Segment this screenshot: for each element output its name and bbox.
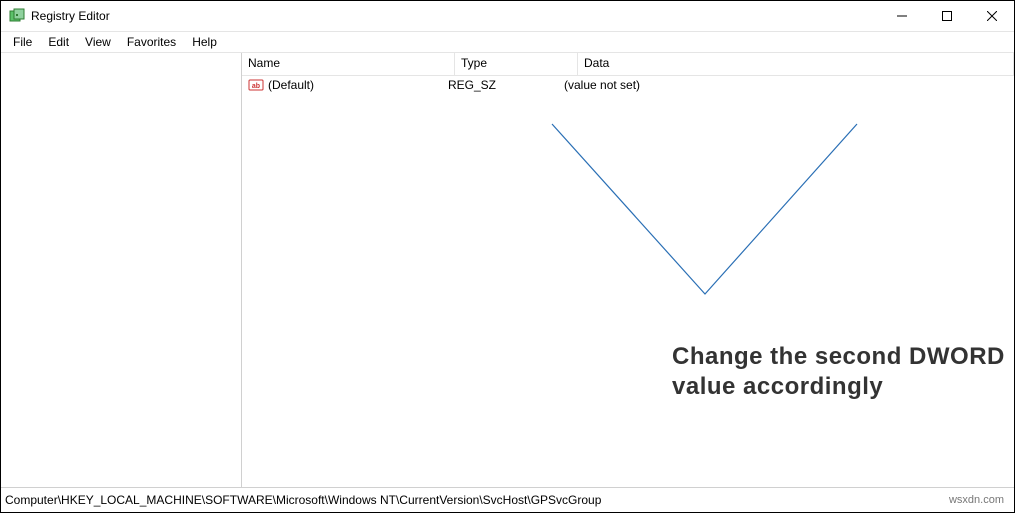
window-title: Registry Editor [31, 9, 110, 23]
menu-favorites[interactable]: Favorites [119, 33, 184, 51]
col-type[interactable]: Type [455, 53, 578, 75]
registry-editor-window: Registry Editor File Edit View Favorites… [0, 0, 1015, 513]
menu-edit[interactable]: Edit [40, 33, 77, 51]
value-type: REG_SZ [448, 78, 564, 92]
status-bar: Computer\HKEY_LOCAL_MACHINE\SOFTWARE\Mic… [1, 487, 1014, 512]
col-name[interactable]: Name [242, 53, 455, 75]
minimize-button[interactable] [879, 2, 924, 31]
value-row[interactable]: ab (Default)REG_SZ(value not set) [242, 76, 1014, 94]
value-name: (Default) [268, 78, 448, 92]
menu-file[interactable]: File [5, 33, 40, 51]
value-rows[interactable]: ab (Default)REG_SZ(value not set) Change … [242, 76, 1014, 487]
value-data: (value not set) [564, 78, 1014, 92]
close-button[interactable] [969, 2, 1014, 31]
client-area: Name Type Data ab (Default)REG_SZ(value n… [1, 53, 1014, 487]
registry-tree[interactable] [1, 53, 242, 487]
svg-text:ab: ab [252, 83, 260, 90]
watermark: wsxdn.com [949, 494, 1010, 506]
annotation-lines [242, 76, 1002, 336]
column-headers[interactable]: Name Type Data [242, 53, 1014, 76]
string-value-icon: ab [248, 77, 264, 93]
menu-view[interactable]: View [77, 33, 119, 51]
title-bar[interactable]: Registry Editor [1, 1, 1014, 32]
regedit-app-icon [9, 8, 25, 24]
annotation-text: Change the second DWORD value accordingl… [672, 342, 1014, 402]
maximize-button[interactable] [924, 2, 969, 31]
value-list: Name Type Data ab (Default)REG_SZ(value n… [242, 53, 1014, 487]
col-data[interactable]: Data [578, 53, 1014, 75]
status-path: Computer\HKEY_LOCAL_MACHINE\SOFTWARE\Mic… [5, 493, 601, 507]
menu-help[interactable]: Help [184, 33, 225, 51]
menu-bar: File Edit View Favorites Help [1, 32, 1014, 53]
